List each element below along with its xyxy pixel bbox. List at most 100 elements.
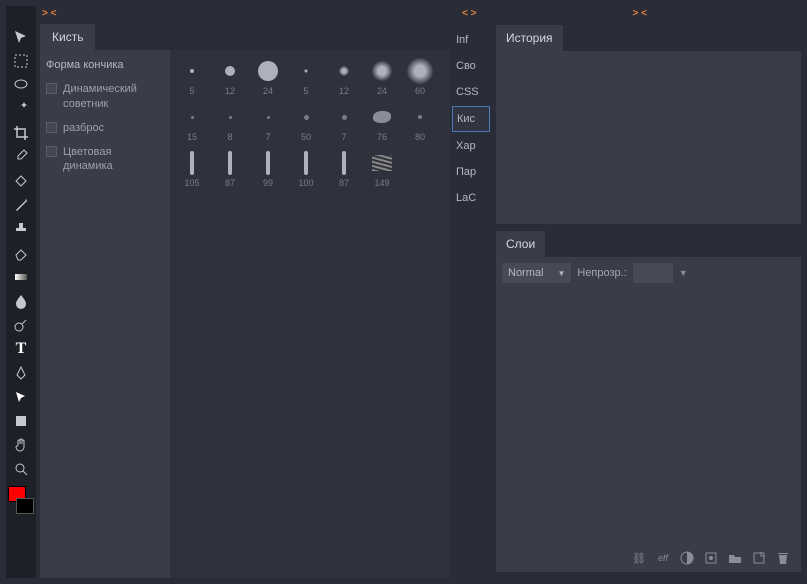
brush-size-label: 12: [339, 86, 349, 96]
marquee-tool-icon[interactable]: [8, 50, 34, 72]
layers-panel: Слои Normal Непрозр.: ▼ ⛓ eff: [496, 230, 801, 572]
brush-preset[interactable]: 5: [174, 56, 210, 98]
eyedropper-tool-icon[interactable]: [8, 146, 34, 168]
opacity-label: Непрозр.:: [577, 267, 626, 279]
side-tab-inf[interactable]: Inf: [452, 28, 490, 52]
brush-size-label: 12: [225, 86, 235, 96]
side-tab-кис[interactable]: Кис: [452, 106, 490, 132]
side-tab-lac[interactable]: LaC: [452, 186, 490, 210]
brush-preset[interactable]: 12: [212, 56, 248, 98]
brush-size-label: 76: [377, 132, 387, 142]
brush-size-label: 105: [184, 178, 199, 188]
right-panels: История Слои Normal Непрозр.: ▼ ⛓ eff: [496, 24, 801, 578]
delete-layer-icon[interactable]: [775, 550, 791, 566]
brush-preset[interactable]: 15: [174, 102, 210, 144]
crop-tool-icon[interactable]: [8, 122, 34, 144]
brush-size-label: 7: [341, 132, 346, 142]
option-color-dynamics[interactable]: Цветовая динамика: [46, 145, 164, 174]
brush-tool-icon[interactable]: [8, 194, 34, 216]
blend-mode-select[interactable]: Normal: [502, 263, 571, 283]
type-tool-icon[interactable]: T: [8, 338, 34, 360]
brush-size-label: 24: [377, 86, 387, 96]
move-tool-icon[interactable]: [8, 26, 34, 48]
option-tip-shape[interactable]: Форма кончика: [46, 58, 164, 72]
brush-size-label: 99: [263, 178, 273, 188]
collapse-handle-right[interactable]: > <: [633, 8, 647, 19]
option-scatter[interactable]: разброс: [46, 121, 164, 135]
hand-tool-icon[interactable]: [8, 434, 34, 456]
side-tab-css[interactable]: CSS: [452, 80, 490, 104]
group-folder-icon[interactable]: [727, 550, 743, 566]
stamp-tool-icon[interactable]: [8, 218, 34, 240]
mid-panel-tabs: InfСвоCSSКисХарПарLaC: [450, 24, 492, 578]
side-tab-хар[interactable]: Хар: [452, 134, 490, 158]
brush-preset[interactable]: 76: [364, 102, 400, 144]
shape-tool-icon[interactable]: [8, 410, 34, 432]
brush-preset[interactable]: 24: [364, 56, 400, 98]
heal-tool-icon[interactable]: [8, 170, 34, 192]
brush-preset[interactable]: 99: [250, 148, 286, 190]
brush-preset[interactable]: 8: [212, 102, 248, 144]
brush-panel: Кисть Форма кончика Динамический советни…: [40, 24, 450, 578]
layers-list-area[interactable]: [496, 289, 801, 544]
brush-preset[interactable]: 80: [402, 102, 438, 144]
layer-mask-icon[interactable]: [679, 550, 695, 566]
opacity-input[interactable]: [633, 263, 673, 283]
dodge-tool-icon[interactable]: [8, 314, 34, 336]
brush-preset[interactable]: 24: [250, 56, 286, 98]
brush-preset[interactable]: 100: [288, 148, 324, 190]
side-tab-пар[interactable]: Пар: [452, 160, 490, 184]
option-dynamic-advisor[interactable]: Динамический советник: [46, 82, 164, 111]
tab-layers[interactable]: Слои: [496, 230, 545, 257]
eraser-tool-icon[interactable]: [8, 242, 34, 264]
brush-preset[interactable]: 12: [326, 56, 362, 98]
brush-size-label: 149: [374, 178, 389, 188]
brush-size-label: 80: [415, 132, 425, 142]
layer-effects-icon[interactable]: eff: [655, 550, 671, 566]
link-layers-icon[interactable]: ⛓: [631, 550, 647, 566]
lasso-tool-icon[interactable]: [8, 74, 34, 96]
history-panel: История: [496, 24, 801, 224]
brush-preset[interactable]: 149: [364, 148, 400, 190]
path-select-tool-icon[interactable]: [8, 386, 34, 408]
collapse-handle-mid[interactable]: < >: [462, 8, 476, 19]
history-list-area[interactable]: [496, 51, 801, 224]
brush-size-label: 60: [415, 86, 425, 96]
zoom-tool-icon[interactable]: [8, 458, 34, 480]
checkbox-icon[interactable]: [46, 146, 57, 157]
chevron-down-icon[interactable]: ▼: [679, 268, 688, 278]
collapse-handle-left[interactable]: > <: [42, 8, 56, 19]
brush-size-label: 24: [263, 86, 273, 96]
brush-preset[interactable]: 87: [326, 148, 362, 190]
pen-tool-icon[interactable]: [8, 362, 34, 384]
brush-preset-grid: 51224512246015875077680105879910087149: [170, 50, 450, 578]
brush-size-label: 8: [227, 132, 232, 142]
side-tab-сво[interactable]: Сво: [452, 54, 490, 78]
brush-preset[interactable]: 5: [288, 56, 324, 98]
wand-tool-icon[interactable]: [8, 98, 34, 120]
tab-brush[interactable]: Кисть: [40, 24, 95, 50]
brush-size-label: 5: [189, 86, 194, 96]
gradient-tool-icon[interactable]: [8, 266, 34, 288]
brush-preset[interactable]: 87: [212, 148, 248, 190]
brush-preset[interactable]: 50: [288, 102, 324, 144]
tab-history[interactable]: История: [496, 24, 563, 51]
brush-preset[interactable]: 60: [402, 56, 438, 98]
tools-toolbar: T: [6, 6, 36, 578]
adjustment-layer-icon[interactable]: [703, 550, 719, 566]
brush-size-label: 87: [339, 178, 349, 188]
checkbox-icon[interactable]: [46, 83, 57, 94]
brush-options-list: Форма кончика Динамический советник разб…: [40, 50, 170, 578]
new-layer-icon[interactable]: [751, 550, 767, 566]
brush-size-label: 7: [265, 132, 270, 142]
brush-preset[interactable]: 7: [326, 102, 362, 144]
brush-preset[interactable]: 7: [250, 102, 286, 144]
brush-preset[interactable]: 105: [174, 148, 210, 190]
brush-size-label: 5: [303, 86, 308, 96]
brush-size-label: 15: [187, 132, 197, 142]
layers-footer: ⛓ eff: [496, 544, 801, 572]
checkbox-icon[interactable]: [46, 122, 57, 133]
color-swatches[interactable]: [8, 486, 34, 514]
background-swatch[interactable]: [16, 498, 34, 514]
blur-tool-icon[interactable]: [8, 290, 34, 312]
